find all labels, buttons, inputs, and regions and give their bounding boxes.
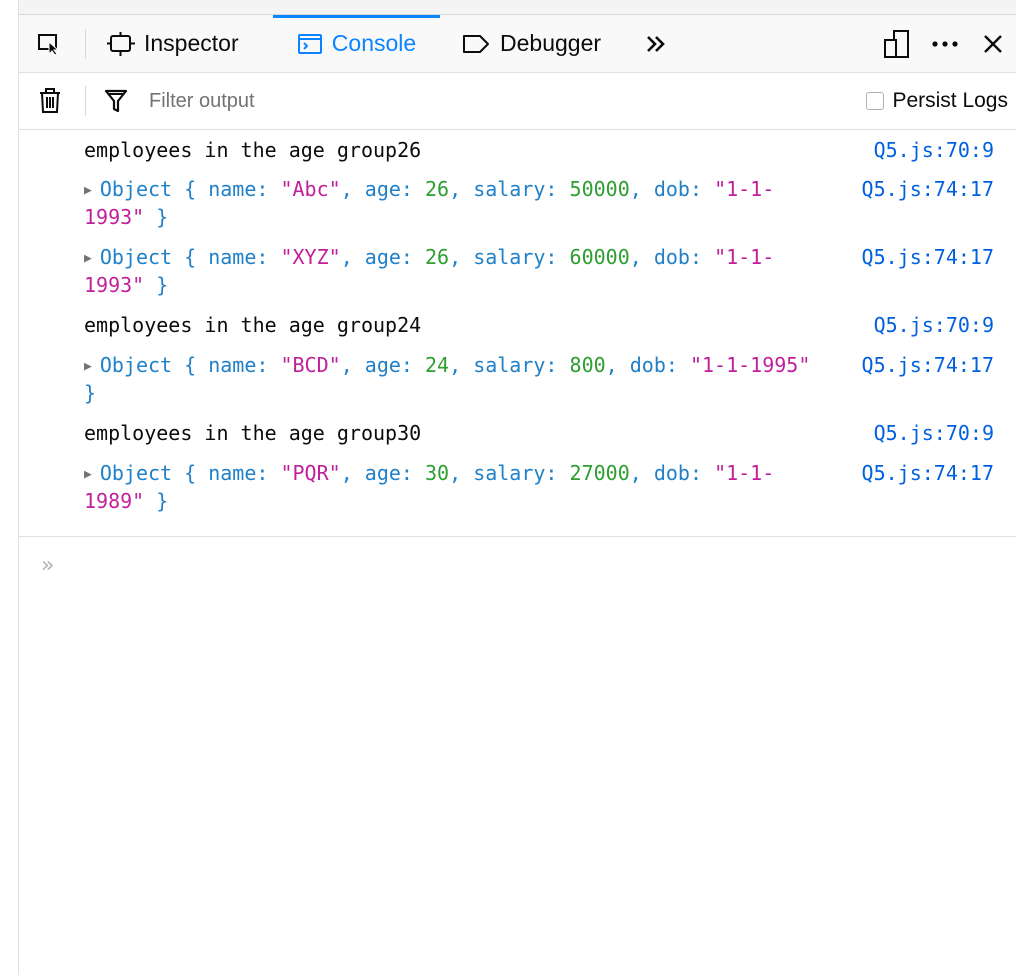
close-icon	[984, 35, 1002, 53]
key-name: name:	[208, 245, 269, 269]
log-message: employees in the age group30 Q5.js:70:9	[19, 420, 1016, 451]
tabs-overflow-button[interactable]	[639, 27, 673, 61]
object-preview[interactable]: ▶ Object { name: "Abc", age: 26, salary: …	[84, 176, 824, 231]
value-name: "BCD"	[280, 353, 341, 377]
value-salary: 27000	[569, 461, 630, 485]
more-options-button[interactable]	[927, 27, 963, 61]
value-name: "Abc"	[280, 177, 341, 201]
value-name: "PQR"	[280, 461, 341, 485]
responsive-design-icon	[884, 30, 909, 58]
tab-console-label: Console	[331, 30, 417, 56]
source-location-link[interactable]: Q5.js:70:9	[874, 420, 994, 447]
ellipsis-icon	[932, 41, 958, 47]
key-salary: salary:	[473, 353, 558, 377]
trash-icon	[40, 88, 60, 113]
log-text: employees in the age group24	[84, 313, 422, 337]
key-dob: dob:	[653, 461, 703, 485]
log-text: employees in the age group26	[84, 138, 422, 162]
key-name: name:	[208, 353, 269, 377]
clear-output-button[interactable]	[33, 84, 67, 118]
js-input-area[interactable]: »	[19, 536, 1016, 976]
value-age: 30	[425, 461, 450, 485]
log-text: employees in the age group30	[84, 421, 422, 445]
key-age: age:	[364, 461, 413, 485]
console-filter-bar: Persist Logs	[19, 73, 1016, 130]
log-message: employees in the age group26 Q5.js:70:9	[19, 137, 1016, 168]
object-label: Object	[99, 177, 173, 201]
responsive-design-button[interactable]	[879, 27, 915, 61]
tab-console[interactable]: Console	[273, 15, 440, 72]
devtools-toolbar: Inspector Console Debugger	[19, 15, 1016, 73]
key-salary: salary:	[473, 245, 558, 269]
key-salary: salary:	[473, 461, 558, 485]
expand-triangle-icon[interactable]: ▶	[84, 467, 92, 482]
tab-debugger-label: Debugger	[500, 30, 602, 56]
expand-triangle-icon[interactable]: ▶	[84, 251, 92, 266]
value-name: "XYZ"	[280, 245, 341, 269]
value-age: 26	[425, 177, 450, 201]
source-location-link[interactable]: Q5.js:70:9	[874, 137, 994, 164]
persist-logs-toggle[interactable]: Persist Logs	[866, 73, 1008, 129]
key-name: name:	[208, 177, 269, 201]
element-picker-button[interactable]	[33, 27, 67, 61]
key-dob: dob:	[653, 245, 703, 269]
object-message: ▶ Object { name: "Abc", age: 26, salary: …	[19, 176, 1016, 233]
key-age: age:	[364, 353, 413, 377]
key-dob: dob:	[653, 177, 703, 201]
devtools-panel: Inspector Console Debugger Filter output…	[19, 15, 1016, 975]
object-message: ▶ Object { name: "XYZ", age: 26, salary: …	[19, 244, 1016, 301]
source-location-link[interactable]: Q5.js:74:17	[862, 244, 994, 271]
left-edge	[0, 0, 19, 975]
source-location-link[interactable]: Q5.js:74:17	[862, 460, 994, 487]
debugger-icon	[461, 33, 491, 55]
expand-triangle-icon[interactable]: ▶	[84, 183, 92, 198]
filter-output-input[interactable]	[145, 85, 803, 117]
filter-separator	[85, 86, 86, 116]
source-location-link[interactable]: Q5.js:74:17	[862, 352, 994, 379]
persist-logs-label: Persist Logs	[892, 89, 1008, 112]
key-name: name:	[208, 461, 269, 485]
object-message: ▶ Object { name: "PQR", age: 30, salary: …	[19, 460, 1016, 517]
object-preview[interactable]: ▶ Object { name: "BCD", age: 24, salary: …	[84, 352, 824, 407]
console-icon	[297, 32, 323, 56]
source-location-link[interactable]: Q5.js:70:9	[874, 312, 994, 339]
filter-toggle-button[interactable]	[99, 84, 133, 118]
key-age: age:	[364, 245, 413, 269]
tab-debugger[interactable]: Debugger	[461, 15, 621, 72]
object-preview[interactable]: ▶ Object { name: "XYZ", age: 26, salary: …	[84, 244, 824, 299]
log-message: employees in the age group24 Q5.js:70:9	[19, 312, 1016, 343]
object-preview[interactable]: ▶ Object { name: "PQR", age: 30, salary: …	[84, 460, 824, 515]
value-salary: 800	[569, 353, 606, 377]
expand-triangle-icon[interactable]: ▶	[84, 359, 92, 374]
funnel-icon	[104, 89, 128, 113]
key-age: age:	[364, 177, 413, 201]
object-message: ▶ Object { name: "BCD", age: 24, salary: …	[19, 352, 1016, 409]
value-salary: 60000	[569, 245, 630, 269]
value-age: 24	[425, 353, 450, 377]
value-age: 26	[425, 245, 450, 269]
window-top-strip	[0, 0, 1016, 15]
close-devtools-button[interactable]	[975, 27, 1011, 61]
source-location-link[interactable]: Q5.js:74:17	[862, 176, 994, 203]
tab-inspector[interactable]: Inspector	[107, 15, 267, 72]
value-salary: 50000	[569, 177, 630, 201]
prompt-chevron-icon: »	[41, 553, 55, 578]
inspector-icon	[107, 31, 135, 56]
persist-logs-checkbox[interactable]	[866, 92, 885, 110]
value-dob: "1-1-1995"	[689, 353, 811, 377]
key-dob: dob:	[629, 353, 678, 377]
object-label: Object	[99, 461, 173, 485]
toolbar-separator	[85, 29, 86, 59]
object-label: Object	[99, 353, 173, 377]
tab-inspector-label: Inspector	[144, 30, 239, 56]
object-label: Object	[99, 245, 173, 269]
chevrons-right-icon	[647, 36, 665, 52]
element-picker-icon	[38, 34, 60, 56]
key-salary: salary:	[473, 177, 558, 201]
